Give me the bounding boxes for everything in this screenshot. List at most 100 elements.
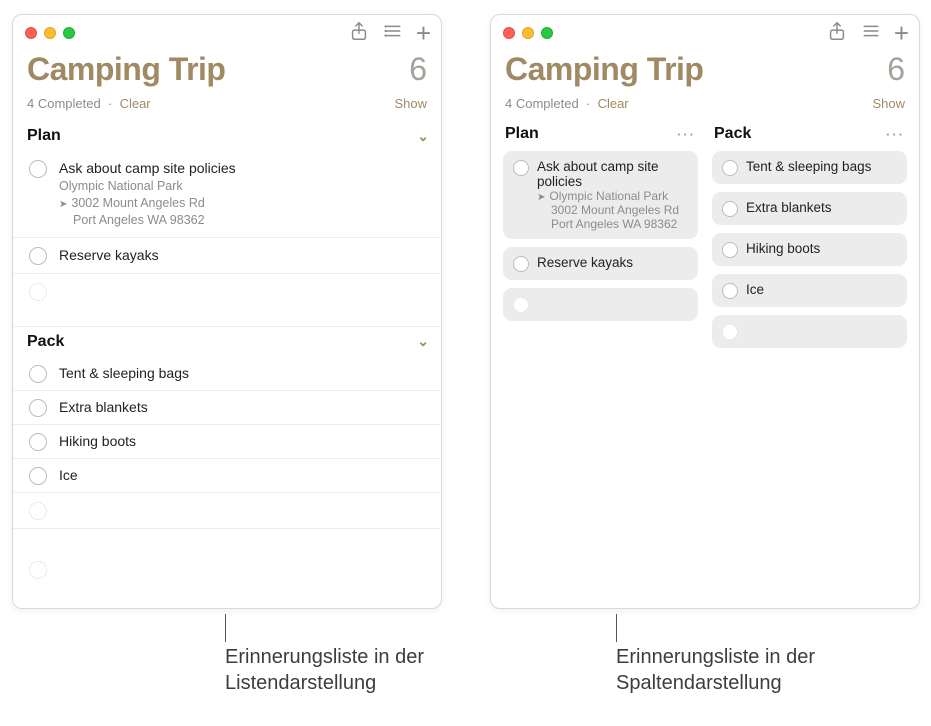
show-completed-button[interactable]: Show	[872, 96, 905, 111]
callout-leader-line	[616, 614, 617, 642]
reminder-title: Extra blankets	[59, 398, 148, 417]
window-traffic-lights	[25, 27, 75, 39]
clear-completed-button[interactable]: Clear	[598, 96, 629, 111]
titlebar: +	[13, 15, 441, 51]
completion-circle-placeholder[interactable]	[722, 324, 738, 340]
new-reminder-row[interactable]	[13, 554, 441, 589]
close-window-button[interactable]	[25, 27, 37, 39]
reminder-card[interactable]: Ask about camp site policies Olympic Nat…	[503, 151, 698, 239]
reminder-address-line2: Port Angeles WA 98362	[59, 212, 236, 229]
titlebar-actions: +	[348, 20, 431, 47]
show-completed-button[interactable]: Show	[394, 96, 427, 111]
section-title: Pack	[27, 333, 64, 351]
new-reminder-card[interactable]	[503, 288, 698, 321]
completion-circle[interactable]	[29, 433, 47, 451]
reminders-window-list-view: + Camping Trip 6 4 Completed · Clear Sho…	[12, 14, 442, 609]
reminder-row[interactable]: Tent & sleeping bags	[13, 357, 441, 391]
reminder-row[interactable]: Extra blankets	[13, 391, 441, 425]
reminder-card[interactable]: Extra blankets	[712, 192, 907, 225]
completed-summary: 4 Completed · Clear	[505, 96, 629, 111]
callout-text: Erinnerungsliste in der Listendarstellun…	[225, 646, 424, 694]
completion-circle-placeholder[interactable]	[29, 502, 47, 520]
reminder-row[interactable]: Ice	[13, 459, 441, 493]
new-reminder-card[interactable]	[712, 315, 907, 348]
completed-count-label: 4 Completed	[27, 96, 101, 111]
reminder-title: Ice	[746, 282, 764, 297]
new-reminder-row[interactable]	[13, 493, 441, 528]
reminder-address-line1: 3002 Mount Angeles Rd	[537, 203, 688, 217]
reminder-title: Reserve kayaks	[537, 255, 633, 270]
reminder-location-name: Olympic National Park	[59, 178, 236, 195]
completion-circle-placeholder[interactable]	[513, 297, 529, 313]
new-reminder-row[interactable]	[13, 274, 441, 309]
reminder-card[interactable]: Ice	[712, 274, 907, 307]
completion-circle[interactable]	[513, 160, 529, 176]
completion-circle[interactable]	[29, 160, 47, 178]
reminder-title: Tent & sleeping bags	[59, 364, 189, 383]
reminder-card[interactable]: Tent & sleeping bags	[712, 151, 907, 184]
completion-circle[interactable]	[29, 467, 47, 485]
reminder-location-name: Olympic National Park	[537, 189, 688, 203]
section-header-pack[interactable]: Pack ⌄	[13, 327, 441, 357]
completion-circle[interactable]	[513, 256, 529, 272]
list-title: Camping Trip	[505, 51, 703, 88]
section-title: Plan	[27, 127, 61, 145]
callout-text: Erinnerungsliste in der Spaltendarstellu…	[616, 646, 815, 694]
reminder-row[interactable]: Reserve kayaks	[13, 238, 441, 274]
list-title: Camping Trip	[27, 51, 225, 88]
completion-circle[interactable]	[722, 201, 738, 217]
reminder-card[interactable]: Hiking boots	[712, 233, 907, 266]
completion-circle[interactable]	[29, 247, 47, 265]
view-toggle-icon[interactable]	[382, 20, 404, 47]
reminder-row[interactable]: Hiking boots	[13, 425, 441, 459]
titlebar-actions: +	[826, 20, 909, 47]
list-count: 6	[409, 51, 427, 88]
add-reminder-button[interactable]: +	[416, 24, 431, 42]
callout-leader-line	[225, 614, 226, 642]
reminder-title: Extra blankets	[746, 200, 832, 215]
column-plan: Plan ··· Ask about camp site policies Ol…	[503, 121, 698, 348]
reminder-title: Hiking boots	[59, 432, 136, 451]
reminder-address-line2: Port Angeles WA 98362	[537, 217, 688, 231]
chevron-down-icon[interactable]: ⌄	[417, 333, 429, 350]
close-window-button[interactable]	[503, 27, 515, 39]
chevron-down-icon[interactable]: ⌄	[417, 128, 429, 145]
column-more-button[interactable]: ···	[677, 127, 696, 142]
add-reminder-button[interactable]: +	[894, 24, 909, 42]
completion-circle-placeholder[interactable]	[29, 283, 47, 301]
section-header-plan[interactable]: Plan ⌄	[13, 121, 441, 151]
completion-circle[interactable]	[722, 242, 738, 258]
minimize-window-button[interactable]	[522, 27, 534, 39]
minimize-window-button[interactable]	[44, 27, 56, 39]
reminder-title: Tent & sleeping bags	[746, 159, 871, 174]
share-icon[interactable]	[348, 20, 370, 47]
column-title: Plan	[505, 125, 539, 143]
completed-summary: 4 Completed · Clear	[27, 96, 151, 111]
clear-completed-button[interactable]: Clear	[120, 96, 151, 111]
reminder-title: Ask about camp site policies	[537, 159, 688, 189]
completion-circle[interactable]	[29, 399, 47, 417]
titlebar: +	[491, 15, 919, 51]
completion-circle[interactable]	[722, 283, 738, 299]
reminder-row[interactable]: Ask about camp site policies Olympic Nat…	[13, 151, 441, 238]
reminders-window-column-view: + Camping Trip 6 4 Completed · Clear Sho…	[490, 14, 920, 609]
fullscreen-window-button[interactable]	[63, 27, 75, 39]
window-traffic-lights	[503, 27, 553, 39]
share-icon[interactable]	[826, 20, 848, 47]
completion-circle-placeholder[interactable]	[29, 561, 47, 579]
reminder-address-line1: 3002 Mount Angeles Rd	[59, 195, 236, 212]
reminder-title: Ask about camp site policies	[59, 159, 236, 178]
reminder-title: Hiking boots	[746, 241, 820, 256]
list-content: Plan ⌄ Ask about camp site policies Olym…	[13, 121, 441, 608]
view-toggle-icon[interactable]	[860, 20, 882, 47]
reminder-title: Ice	[59, 466, 78, 485]
list-count: 6	[887, 51, 905, 88]
column-more-button[interactable]: ···	[886, 127, 905, 142]
completion-circle[interactable]	[29, 365, 47, 383]
fullscreen-window-button[interactable]	[541, 27, 553, 39]
callout-column-view: Erinnerungsliste in der Spaltendarstellu…	[616, 644, 856, 696]
completion-circle[interactable]	[722, 160, 738, 176]
reminder-card[interactable]: Reserve kayaks	[503, 247, 698, 280]
column-title: Pack	[714, 125, 751, 143]
completed-count-label: 4 Completed	[505, 96, 579, 111]
